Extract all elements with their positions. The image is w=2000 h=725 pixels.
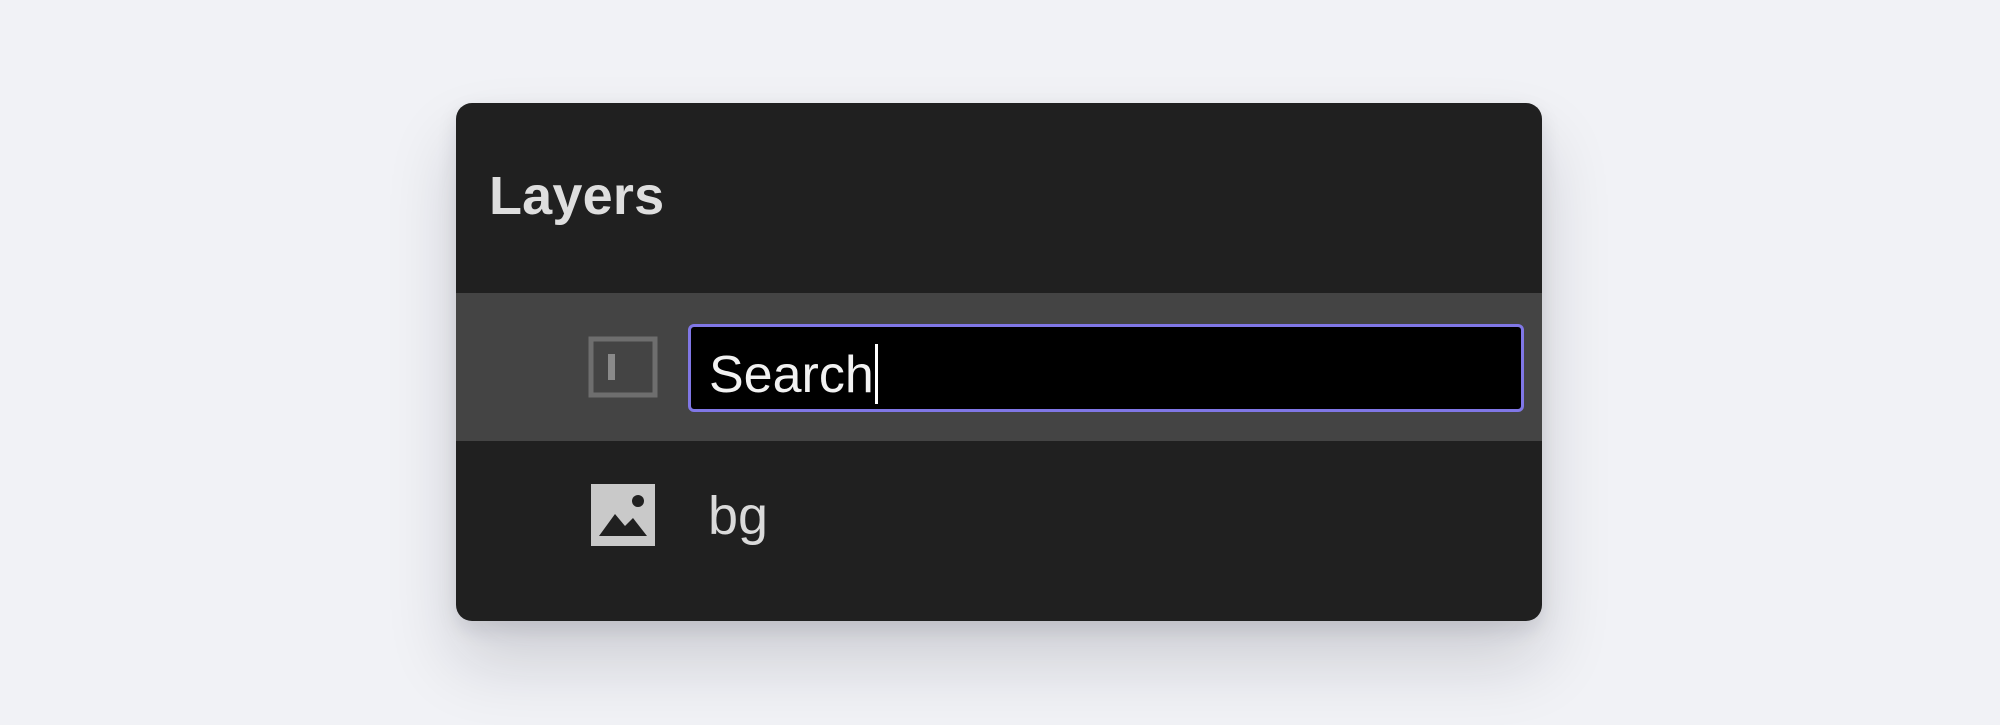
panel-title: Layers [489,166,665,226]
layer-rename-value: Search [709,344,878,404]
layer-row-search[interactable]: Search [456,293,1542,441]
text-frame-icon [588,336,658,398]
layer-name-label: bg [708,486,769,546]
layers-panel: Layers Search bg [456,103,1542,621]
layer-row-bg[interactable]: bg [456,441,1542,589]
text-caret [874,344,878,404]
layer-rename-input[interactable]: Search [688,324,1524,412]
image-icon [588,484,658,546]
